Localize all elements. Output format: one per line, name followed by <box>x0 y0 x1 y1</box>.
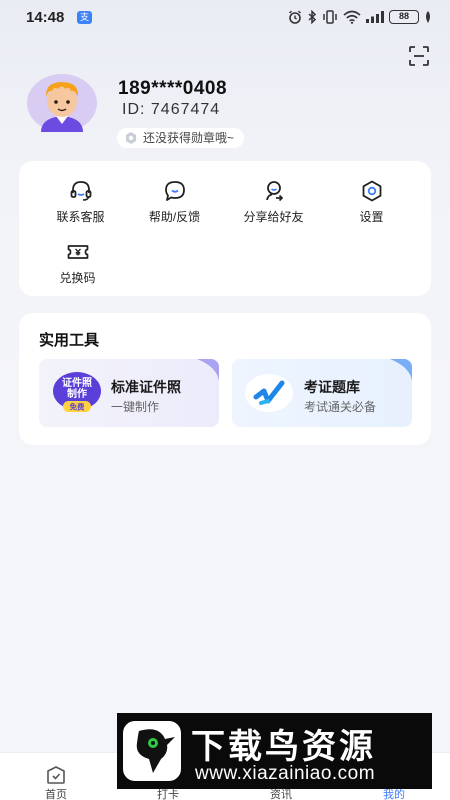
quick-action-customer-service[interactable]: 联系客服 <box>29 179 132 225</box>
profile-id: ID: 7467474 <box>122 101 221 118</box>
status-time: 14:48 <box>26 9 65 26</box>
logo-line1: 证件照 <box>62 376 92 389</box>
signal-icon <box>366 11 384 23</box>
quick-action-settings[interactable]: 设置 <box>320 179 423 225</box>
status-bar: 14:48 支 88 <box>0 0 450 36</box>
status-icons: 88 <box>288 10 432 24</box>
medal-status[interactable]: 还没获得勋章哦~ <box>117 128 245 148</box>
avatar[interactable] <box>27 74 97 132</box>
tools-card: 实用工具 证件照 制作 免费 标准证件照 一键制作 考证题库 考试通关必备 <box>19 313 431 445</box>
alipay-notification-icon: 支 <box>77 11 92 24</box>
corner-decoration-icon <box>197 359 219 381</box>
vibrate-icon <box>323 10 337 24</box>
logo-tag: 免费 <box>70 402 85 412</box>
bird-logo-icon <box>123 721 181 781</box>
quick-action-label: 帮助/反馈 <box>148 210 201 224</box>
avatar-illustration <box>27 74 97 132</box>
watermark-url: www.xiazainiao.com <box>195 763 376 784</box>
quick-action-label: 联系客服 <box>56 210 105 224</box>
tool-title: 考证题库 <box>304 379 360 395</box>
tools-title: 实用工具 <box>39 332 100 349</box>
quick-action-label: 设置 <box>359 210 384 224</box>
medal-text: 还没获得勋章哦~ <box>143 131 235 145</box>
home-icon <box>47 766 65 784</box>
medal-icon <box>126 132 136 144</box>
tool-id-photo[interactable]: 证件照 制作 免费 标准证件照 一键制作 <box>39 359 219 427</box>
bluetooth-icon <box>308 10 317 24</box>
nav-label: 首页 <box>45 789 67 800</box>
scan-button[interactable] <box>408 45 430 67</box>
chat-bubble-icon <box>164 181 185 201</box>
scan-icon <box>409 46 429 66</box>
id-photo-logo: 证件照 制作 免费 <box>52 371 102 415</box>
quick-action-share[interactable]: 分享给好友 <box>222 179 325 225</box>
watermark-banner: 下载鸟资源 www.xiazainiao.com <box>117 713 432 789</box>
logo-line2: 制作 <box>67 387 87 400</box>
tool-exam-bank[interactable]: 考证题库 考试通关必备 <box>232 359 412 427</box>
quick-action-redeem-code[interactable]: 兑换码 <box>26 240 129 286</box>
gear-icon <box>362 180 381 202</box>
quick-actions-card: 联系客服 帮助/反馈 分享给好友 设置 兑换码 <box>19 161 431 296</box>
headset-icon <box>70 181 91 201</box>
tool-subtitle: 一键制作 <box>111 400 160 414</box>
nav-home[interactable]: 首页 <box>0 753 112 800</box>
exam-bank-logo <box>244 373 294 413</box>
wifi-icon <box>343 10 361 24</box>
tool-title: 标准证件照 <box>111 379 181 395</box>
tool-subtitle: 考试通关必备 <box>304 400 377 414</box>
corner-decoration-icon <box>390 359 412 381</box>
battery-icon: 88 <box>389 10 419 24</box>
watermark-title: 下载鸟资源 <box>191 728 376 766</box>
share-user-icon <box>265 181 283 202</box>
profile-phone: 189****0408 <box>118 78 228 99</box>
quick-action-help-feedback[interactable]: 帮助/反馈 <box>123 179 226 225</box>
quick-action-label: 分享给好友 <box>243 210 304 224</box>
alarm-icon <box>289 10 301 24</box>
leaf-icon <box>426 11 430 23</box>
quick-action-label: 兑换码 <box>59 271 96 285</box>
ticket-icon <box>67 245 88 259</box>
